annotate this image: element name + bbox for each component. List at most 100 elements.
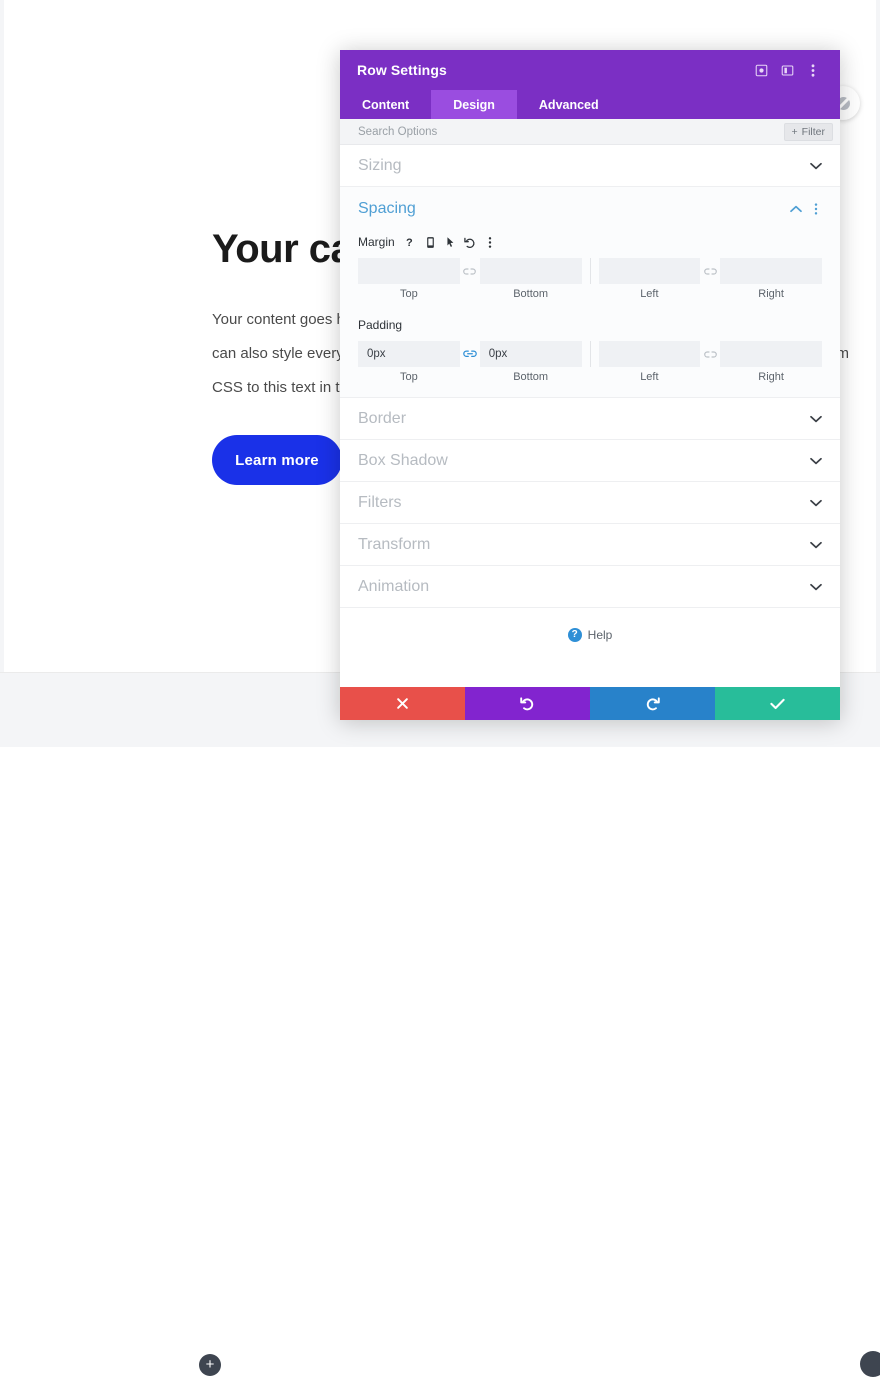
padding-right-cell: Right xyxy=(720,341,822,383)
canvas-left-gutter xyxy=(0,0,4,672)
chevron-down-icon xyxy=(810,583,822,591)
reset-undo-icon[interactable] xyxy=(464,235,477,250)
link-broken-icon[interactable] xyxy=(700,341,720,367)
margin-bottom-cell: Bottom xyxy=(479,258,582,300)
chevron-down-icon xyxy=(810,162,822,170)
margin-bottom-caption: Bottom xyxy=(513,288,549,300)
search-input[interactable] xyxy=(358,125,784,138)
padding-quad-row: Top Bottom xyxy=(358,341,822,383)
margin-left-cell: Left xyxy=(598,258,701,300)
section-sizing-label: Sizing xyxy=(358,156,402,174)
section-spacing-header[interactable]: Spacing xyxy=(340,187,840,231)
tab-content[interactable]: Content xyxy=(340,90,431,119)
help-label: Help xyxy=(587,628,613,642)
padding-left-right-pair: Left Right xyxy=(598,341,822,383)
margin-bottom-input[interactable] xyxy=(479,258,582,284)
section-animation[interactable]: Animation xyxy=(340,566,840,608)
filter-button-label: Filter xyxy=(801,125,825,138)
row-settings-modal: Row Settings Content Design Advanced Sea… xyxy=(340,50,840,720)
margin-label-row: Margin ? xyxy=(358,231,822,253)
section-filters-label: Filters xyxy=(358,493,402,511)
question-mark-icon[interactable]: ? xyxy=(404,235,417,250)
padding-right-input[interactable] xyxy=(720,341,822,367)
plus-icon: + xyxy=(791,125,798,138)
modal-action-bar xyxy=(340,687,840,720)
tab-advanced[interactable]: Advanced xyxy=(517,90,621,119)
modal-scroll-body[interactable]: Sizing Spacing Margin ? Top Bottom Left … xyxy=(340,145,840,687)
vertical-dots-icon[interactable] xyxy=(484,235,497,250)
section-spacing: Spacing Margin ? Top Bottom Left Right P… xyxy=(340,187,840,398)
cancel-button[interactable] xyxy=(340,687,465,720)
link-broken-icon[interactable] xyxy=(700,258,720,284)
padding-bottom-cell: Bottom xyxy=(479,341,582,383)
padding-left-input[interactable] xyxy=(598,341,701,367)
margin-field-group: Margin ? Top Bottom Left Right xyxy=(340,231,840,300)
canvas-right-gutter xyxy=(876,0,880,672)
search-options-row: + Filter xyxy=(340,119,840,145)
padding-bottom-caption: Bottom xyxy=(513,371,549,383)
margin-top-cell: Top xyxy=(358,258,460,300)
vertical-dots-icon[interactable] xyxy=(806,199,826,219)
mobile-device-icon[interactable] xyxy=(424,235,437,250)
link-broken-icon[interactable] xyxy=(460,258,480,284)
margin-top-input[interactable] xyxy=(358,258,460,284)
cursor-pointer-icon[interactable] xyxy=(444,235,457,250)
margin-top-bottom-pair: Top Bottom xyxy=(358,258,582,300)
padding-field-group: 1 Padding Top xyxy=(340,314,840,383)
chevron-up-icon[interactable] xyxy=(786,199,806,219)
svg-text:?: ? xyxy=(406,237,413,249)
focus-target-icon[interactable] xyxy=(748,57,774,83)
add-section-button[interactable]: + xyxy=(199,1354,221,1376)
padding-top-bottom-pair: Top Bottom xyxy=(358,341,582,383)
section-transform[interactable]: Transform xyxy=(340,524,840,566)
padding-top-cell: Top xyxy=(358,341,460,383)
margin-label: Margin xyxy=(358,235,395,249)
filter-button[interactable]: + Filter xyxy=(783,122,833,141)
padding-left-caption: Left xyxy=(640,371,659,383)
margin-top-caption: Top xyxy=(400,288,418,300)
padding-bottom-input[interactable] xyxy=(479,341,582,367)
section-box-shadow[interactable]: Box Shadow xyxy=(340,440,840,482)
chevron-down-icon xyxy=(810,541,822,549)
padding-top-caption: Top xyxy=(400,371,418,383)
modal-tab-bar: Content Design Advanced xyxy=(340,90,840,119)
margin-right-cell: Right xyxy=(720,258,822,300)
margin-left-right-pair: Left Right xyxy=(598,258,822,300)
footer-right-handle[interactable] xyxy=(860,1351,880,1377)
help-row: ? Help xyxy=(340,608,840,662)
margin-divider xyxy=(589,258,591,284)
margin-right-input[interactable] xyxy=(720,258,822,284)
modal-header[interactable]: Row Settings xyxy=(340,50,840,90)
padding-left-cell: Left xyxy=(598,341,701,383)
padding-label: Padding xyxy=(358,318,403,332)
section-transform-label: Transform xyxy=(358,535,431,553)
learn-more-button[interactable]: Learn more xyxy=(212,435,342,485)
section-sizing[interactable]: Sizing xyxy=(340,145,840,187)
question-circle-icon: ? xyxy=(567,628,582,642)
padding-label-row: Padding xyxy=(358,314,822,336)
chevron-down-icon xyxy=(810,415,822,423)
redo-button[interactable] xyxy=(590,687,715,720)
section-spacing-label: Spacing xyxy=(358,200,416,217)
margin-left-caption: Left xyxy=(640,288,659,300)
undo-button[interactable] xyxy=(465,687,590,720)
vertical-dots-icon[interactable] xyxy=(800,57,826,83)
section-filters[interactable]: Filters xyxy=(340,482,840,524)
section-box-shadow-label: Box Shadow xyxy=(358,451,448,469)
margin-quad-row: Top Bottom Left Right xyxy=(358,258,822,300)
section-border[interactable]: Border xyxy=(340,398,840,440)
save-button[interactable] xyxy=(715,687,840,720)
padding-right-caption: Right xyxy=(758,371,784,383)
margin-right-caption: Right xyxy=(758,288,784,300)
padding-divider xyxy=(589,341,591,367)
margin-left-input[interactable] xyxy=(598,258,701,284)
padding-top-input[interactable] xyxy=(358,341,460,367)
tab-design[interactable]: Design xyxy=(431,90,517,119)
split-layout-icon[interactable] xyxy=(774,57,800,83)
link-connected-icon[interactable] xyxy=(460,341,480,367)
help-link[interactable]: ? Help xyxy=(567,628,613,642)
chevron-down-icon xyxy=(810,457,822,465)
chevron-down-icon xyxy=(810,499,822,507)
modal-title: Row Settings xyxy=(357,62,447,78)
section-animation-label: Animation xyxy=(358,577,430,595)
